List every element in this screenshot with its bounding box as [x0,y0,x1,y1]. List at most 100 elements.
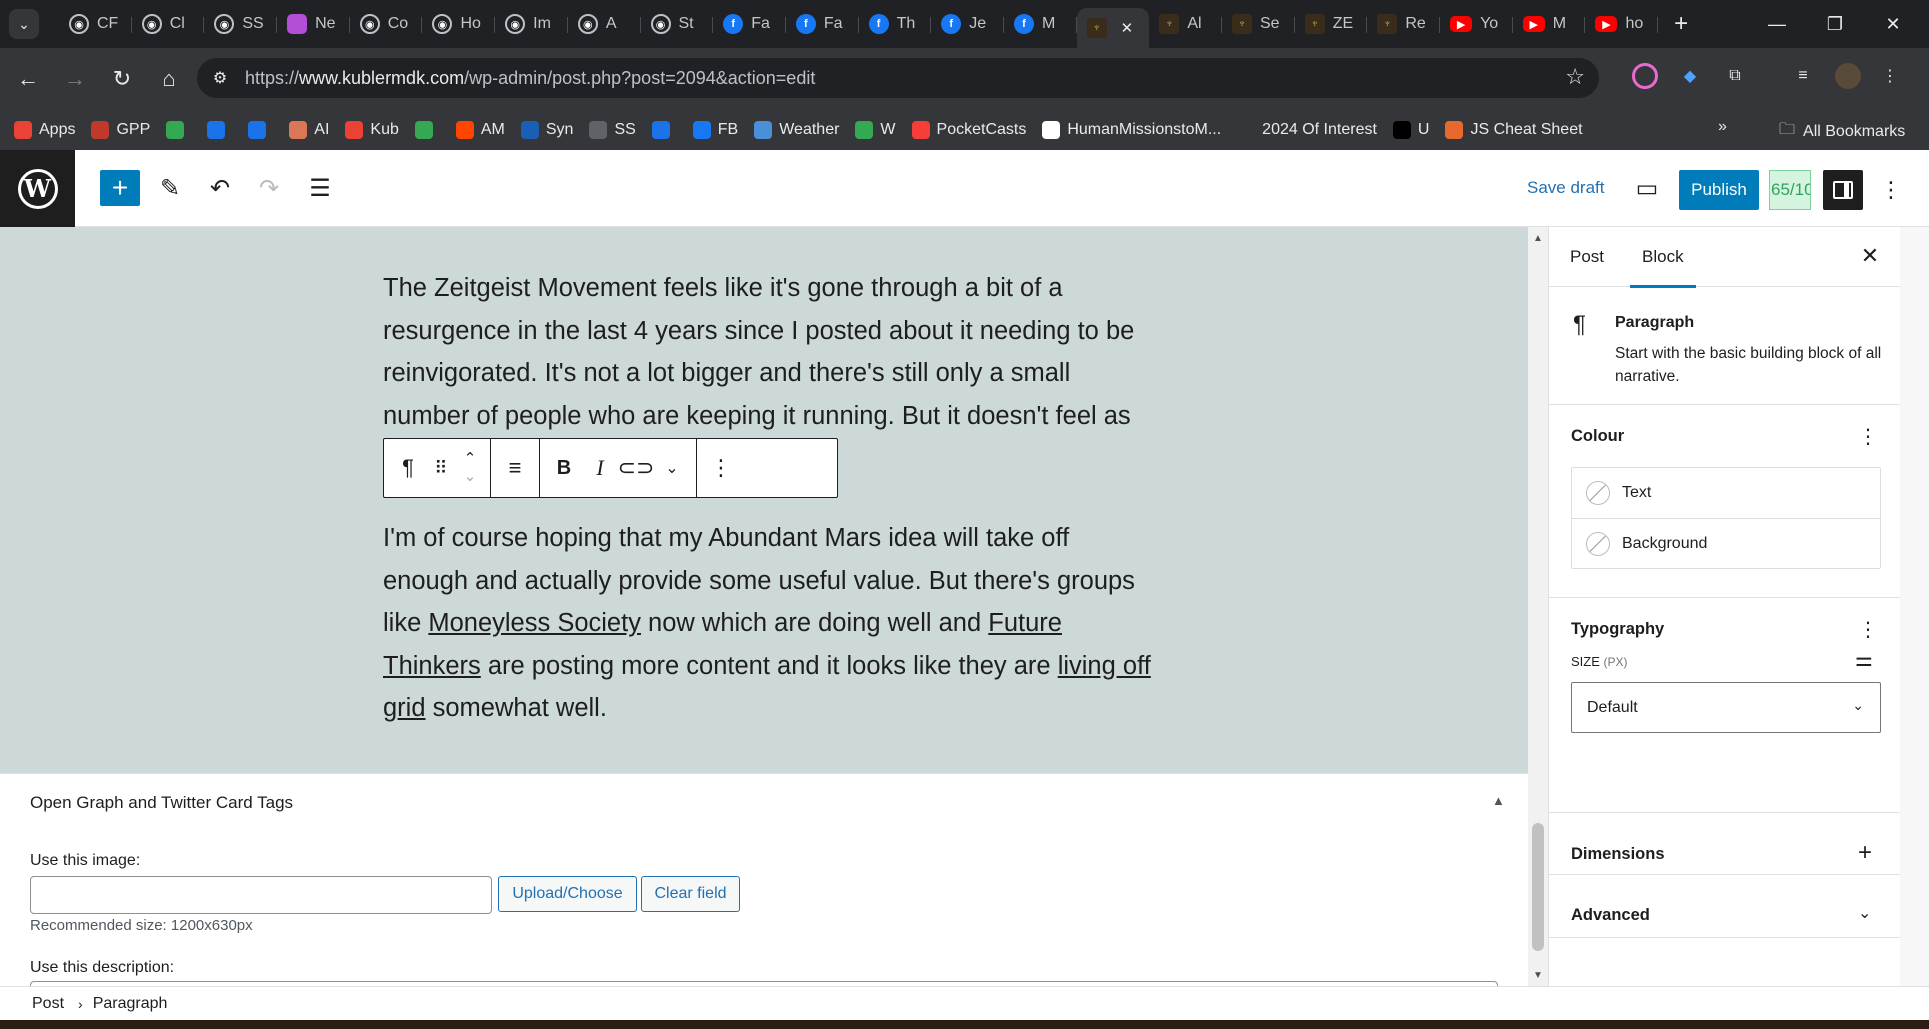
browser-tab[interactable]: ♆ ✕ [1076,8,1150,48]
undo-button[interactable]: ↶ [202,170,238,206]
tab-close-icon[interactable]: ✕ [1121,19,1134,37]
align-left-icon[interactable]: ≡ [497,439,533,497]
upload-choose-button[interactable]: Upload/Choose [498,876,637,912]
bookmarks-overflow-icon[interactable]: » [1718,118,1727,136]
document-overview-icon[interactable]: ☰ [302,170,338,206]
paragraph-block-1[interactable]: The Zeitgeist Movement feels like it's g… [383,267,1153,437]
metabox-title[interactable]: Open Graph and Twitter Card Tags [30,793,293,813]
scroll-thumb[interactable] [1532,823,1544,951]
bookmark-item[interactable] [248,121,273,139]
tab-search-button[interactable]: ⌄ [9,9,39,39]
redo-button[interactable]: ↷ [251,170,287,206]
italic-icon[interactable]: I [582,439,618,497]
scroll-down-arrow-icon[interactable]: ▼ [1533,970,1543,981]
browser-tab[interactable]: ▶ Yo [1440,6,1513,42]
address-bar[interactable]: ⚙ https://www.kublermdk.com/wp-admin/pos… [197,58,1599,98]
tools-pencil-icon[interactable]: ✎ [152,170,188,206]
browser-tab[interactable]: ♆ Al [1149,6,1222,42]
block-mover[interactable]: ⌃ ⌄ [456,439,484,497]
bookmark-item[interactable]: GPP [91,121,150,139]
bookmark-item[interactable] [166,121,191,139]
bookmark-item[interactable]: HumanMissionstoM... [1042,121,1221,139]
moneyless-society-link[interactable]: Moneyless Society [428,609,641,637]
back-button[interactable]: ← [8,59,48,99]
font-size-select[interactable]: Default ⌄ [1571,682,1881,733]
bookmark-item[interactable]: U [1392,121,1429,139]
browser-tab[interactable]: f Je [931,6,1004,42]
browser-tab[interactable]: ▶ ho [1585,6,1658,42]
home-button[interactable]: ⌂ [149,59,189,99]
browser-tab[interactable]: fM [1004,6,1077,42]
site-info-icon[interactable]: ⚙ [209,67,231,89]
browser-tab[interactable]: ◉ SS [204,6,277,42]
seo-score-badge[interactable]: 65/100 [1769,170,1811,210]
bookmark-item[interactable]: Apps [14,121,75,139]
browser-tab[interactable]: ◉ A [568,6,641,42]
browser-tab[interactable]: ♆ Se [1222,6,1295,42]
minimize-button[interactable]: — [1748,0,1806,48]
extension-circle-icon[interactable] [1632,63,1658,89]
browser-tab[interactable]: f Fa [713,6,786,42]
browser-tab[interactable]: ◉ St [641,6,714,42]
close-icon[interactable]: ✕ [1855,241,1885,271]
browser-tab[interactable]: f Th [859,6,932,42]
bookmark-item[interactable]: W [855,121,896,139]
bookmark-item[interactable]: Kub [345,121,399,139]
browser-tab[interactable]: f Fa [786,6,859,42]
save-draft-button[interactable]: Save draft [1527,178,1605,198]
extensions-puzzle-icon[interactable]: ⧉ [1722,63,1748,89]
extension-shield-icon[interactable]: ◆ [1677,63,1703,89]
breadcrumb-current[interactable]: Paragraph [93,995,168,1013]
clear-field-button[interactable]: Clear field [641,876,740,912]
bookmark-item[interactable]: SS [589,121,636,139]
browser-tab[interactable]: ◉ CF [59,6,132,42]
paragraph-block-2[interactable]: I'm of course hoping that my Abundant Ma… [383,517,1153,730]
all-bookmarks-button[interactable]: 🗀 All Bookmarks [1779,118,1905,145]
options-menu-icon[interactable]: ⋮ [1876,170,1906,210]
move-down-icon[interactable]: ⌄ [464,468,477,486]
bold-icon[interactable]: B [546,439,582,497]
drag-handle-icon[interactable]: ⠿ [426,439,456,497]
block-options-icon[interactable]: ⋮ [703,439,739,497]
bookmark-item[interactable]: 2024 Of Interest [1237,121,1377,139]
bookmark-item[interactable]: AM [455,121,505,139]
more-formats-chevron-icon[interactable]: ⌄ [654,439,690,497]
block-inserter-button[interactable]: + [100,170,140,206]
advanced-chevron-down-icon[interactable]: ⌄ [1858,903,1871,923]
browser-menu-icon[interactable]: ⋮ [1877,63,1903,89]
forward-button[interactable]: → [55,59,95,99]
browser-tab[interactable]: ◉ Ho [422,6,495,42]
preview-icon[interactable]: ▭ [1629,170,1665,206]
browser-tab[interactable]: ♆ ZE [1295,6,1368,42]
browser-tab[interactable]: Ne [277,6,350,42]
browser-tab[interactable]: ♆ Re [1367,6,1440,42]
tab-post[interactable]: Post [1570,227,1604,287]
advanced-panel-title[interactable]: Advanced [1571,906,1650,925]
browser-tab[interactable]: ◉ Co [350,6,423,42]
move-up-icon[interactable]: ⌃ [464,450,477,468]
background-colour-option[interactable]: Background [1572,518,1880,568]
image-url-input[interactable] [30,876,492,914]
media-controls-icon[interactable]: ≡ [1790,63,1816,89]
bookmark-item[interactable]: JS Cheat Sheet [1445,121,1583,139]
paragraph-icon[interactable]: ¶ [390,439,426,497]
colour-options-icon[interactable]: ⋮ [1858,424,1878,449]
wordpress-logo[interactable]: W [0,150,75,227]
settings-sidebar-toggle[interactable] [1823,170,1863,210]
custom-size-toggle-icon[interactable]: ⚌ [1855,647,1873,672]
add-dimensions-plus-icon[interactable]: + [1858,839,1872,867]
link-icon[interactable]: ⊂⊃ [618,439,655,497]
bookmark-item[interactable]: AI [289,121,329,139]
bookmark-item[interactable] [414,121,440,139]
sidebar-scrollbar[interactable] [1900,227,1929,986]
publish-button[interactable]: Publish [1679,170,1759,210]
bookmark-item[interactable] [651,121,677,139]
bookmark-item[interactable]: Syn [520,121,573,139]
collapse-caret-icon[interactable]: ▲ [1492,793,1505,808]
dimensions-panel-title[interactable]: Dimensions [1571,845,1665,864]
editor-scrollbar[interactable]: ▲ ▼ [1528,227,1548,986]
browser-tab[interactable]: ▶ M [1513,6,1586,42]
browser-tab[interactable]: ◉ Cl [132,6,205,42]
typography-options-icon[interactable]: ⋮ [1858,617,1878,642]
tab-block[interactable]: Block [1630,227,1696,288]
